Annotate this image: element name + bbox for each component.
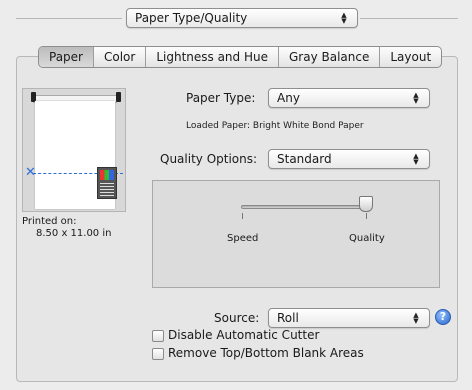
tab-label: Lightness and Hue <box>156 50 268 64</box>
updown-arrows-icon: ▲ ▼ <box>341 11 347 25</box>
tab-color[interactable]: Color <box>94 47 147 67</box>
source-popup[interactable]: Roll ▲ ▼ <box>268 308 430 328</box>
tab-bar: Paper Color Lightness and Hue Gray Balan… <box>38 46 443 68</box>
tab-label: Paper <box>49 50 83 64</box>
source-label: Source: <box>214 311 260 325</box>
roll-end-right <box>116 92 121 102</box>
slider-tick-quality <box>366 213 367 219</box>
tab-label: Color <box>103 50 136 64</box>
paper-type-popup[interactable]: Any ▲ ▼ <box>268 88 430 108</box>
quality-label: Quality <box>349 233 385 244</box>
disable-automatic-cutter-label[interactable]: Disable Automatic Cutter <box>168 328 319 342</box>
help-icon[interactable]: ? <box>435 309 451 325</box>
updown-arrows-icon: ▲ ▼ <box>413 152 419 166</box>
cut-x-icon: ✕ <box>25 165 36 180</box>
printer-icon <box>97 167 117 199</box>
source-value: Roll <box>277 311 299 325</box>
slider-track[interactable] <box>241 205 371 209</box>
paper-type-label: Paper Type: <box>186 91 256 105</box>
updown-arrows-icon: ▲ ▼ <box>413 311 419 325</box>
quality-options-label: Quality Options: <box>160 152 258 166</box>
tab-gray-balance[interactable]: Gray Balance <box>279 47 381 67</box>
speed-label: Speed <box>227 233 259 244</box>
updown-arrows-icon: ▲ ▼ <box>413 91 419 105</box>
paper-type-quality-popup[interactable]: Paper Type/Quality ▲ ▼ <box>126 8 358 28</box>
tab-paper[interactable]: Paper <box>39 47 94 67</box>
tab-layout[interactable]: Layout <box>380 47 441 67</box>
printed-on-label: Printed on: <box>22 216 77 227</box>
quality-options-popup[interactable]: Standard ▲ ▼ <box>268 149 430 169</box>
paper-size: 8.50 x 11.00 in <box>36 228 112 239</box>
color-swatch <box>100 170 114 180</box>
paper-type-value: Any <box>277 91 300 105</box>
top-separator-left <box>16 18 122 19</box>
top-separator-right <box>360 18 458 19</box>
speed-quality-slider-box: Speed Quality <box>152 180 440 288</box>
tab-lightness-and-hue[interactable]: Lightness and Hue <box>146 47 279 67</box>
slider-thumb[interactable] <box>359 196 373 212</box>
print-lines <box>100 183 114 197</box>
remove-blank-areas-label[interactable]: Remove Top/Bottom Blank Areas <box>168 346 364 360</box>
disable-automatic-cutter-checkbox[interactable] <box>152 330 164 342</box>
paper-preview: ✕ <box>22 88 126 212</box>
slider-tick-speed <box>242 213 243 219</box>
loaded-paper-info: Loaded Paper: Bright White Bond Paper <box>186 121 364 131</box>
remove-blank-areas-checkbox[interactable] <box>152 348 164 360</box>
tab-label: Layout <box>390 50 432 64</box>
popup-value: Paper Type/Quality <box>135 11 248 25</box>
quality-options-value: Standard <box>277 152 332 166</box>
tab-label: Gray Balance <box>288 50 370 64</box>
